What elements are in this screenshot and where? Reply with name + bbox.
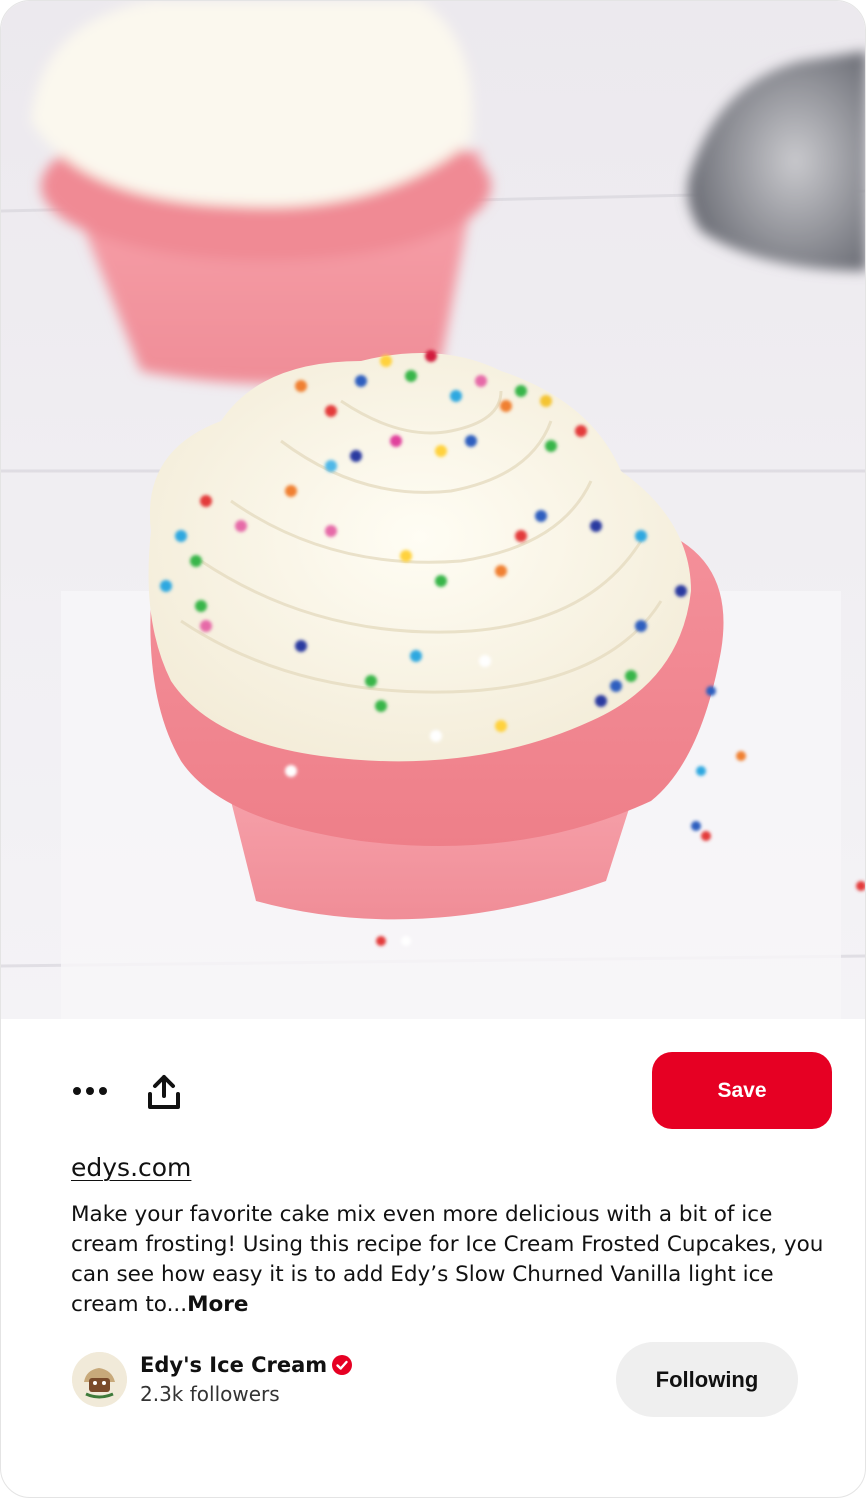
avatar[interactable] bbox=[72, 1352, 127, 1407]
following-button[interactable]: Following bbox=[616, 1342, 798, 1417]
more-options-button[interactable] bbox=[67, 1073, 113, 1109]
creator-name[interactable]: Edy's Ice Cream bbox=[140, 1353, 327, 1377]
pin-image[interactable] bbox=[1, 1, 865, 1019]
follower-count: 2.3k followers bbox=[140, 1382, 280, 1406]
save-button[interactable]: Save bbox=[652, 1052, 832, 1129]
pin-description: Make your favorite cake mix even more de… bbox=[71, 1200, 831, 1320]
more-link[interactable]: More bbox=[187, 1292, 248, 1317]
source-domain-link[interactable]: edys.com bbox=[71, 1153, 191, 1182]
cupcake-photo bbox=[1, 1, 865, 1019]
share-upload-icon bbox=[148, 1075, 180, 1109]
pin-card: Save edys.com Make your favorite cake mi… bbox=[0, 0, 866, 1498]
share-button[interactable] bbox=[141, 1069, 187, 1115]
creator-logo-icon bbox=[72, 1352, 127, 1407]
description-text: Make your favorite cake mix even more de… bbox=[71, 1202, 824, 1317]
ellipsis-icon bbox=[73, 1087, 107, 1095]
verified-check-icon bbox=[332, 1355, 352, 1375]
